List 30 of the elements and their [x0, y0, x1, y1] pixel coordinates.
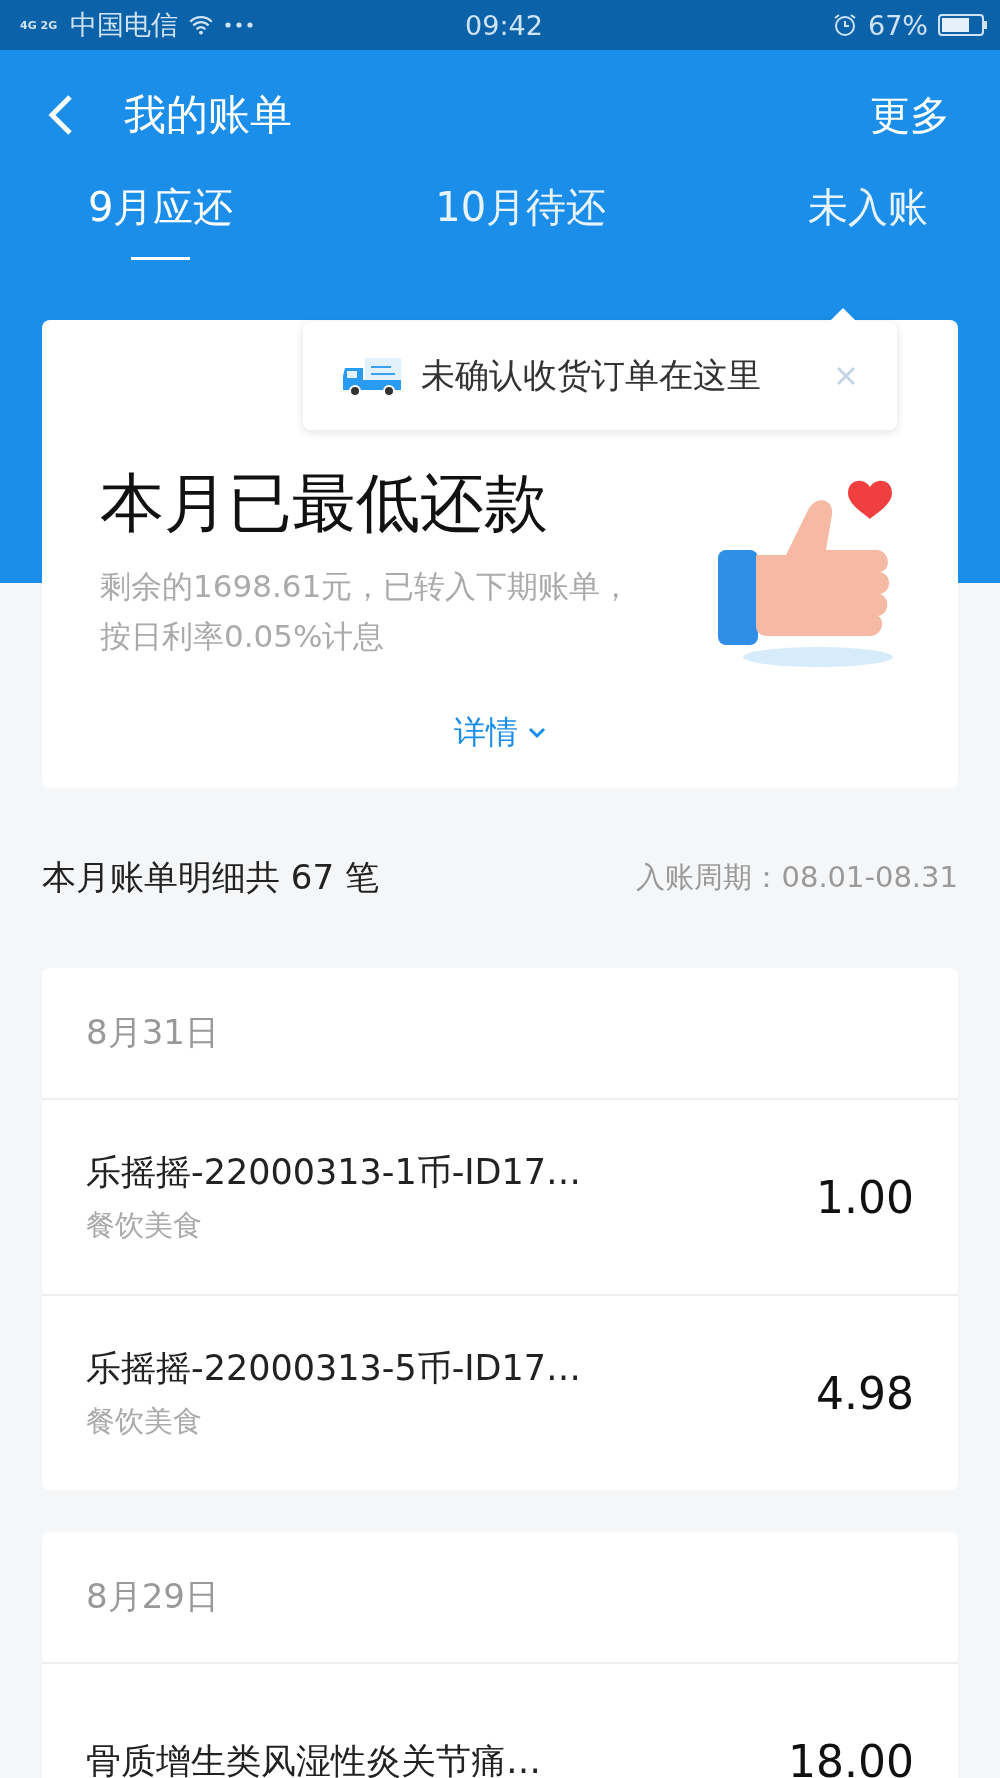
tab[interactable]: 10月待还	[435, 180, 607, 260]
tooltip-text: 未确认收货订单在这里	[421, 354, 762, 397]
transaction-name[interactable]: 乐摇摇-22000313-5币-ID17…	[86, 1344, 582, 1392]
clock-time: 09:42	[465, 9, 543, 41]
details-link[interactable]: 详情	[440, 711, 560, 755]
tab[interactable]: 未入账	[808, 180, 928, 260]
transaction-category: 餐饮美食	[86, 1206, 203, 1244]
status-heading: 本月已最低还款	[100, 465, 549, 542]
chevron-down-icon	[528, 727, 546, 739]
more-dots-icon	[224, 21, 254, 29]
transaction-amount: 1.00	[816, 1171, 914, 1223]
tab[interactable]: 9月应还	[88, 180, 234, 260]
wifi-icon	[188, 14, 214, 36]
transaction-category: 餐饮美食	[86, 1402, 203, 1440]
carrier-name: 中国电信	[70, 8, 178, 42]
transaction-amount: 18.00	[788, 1735, 914, 1778]
battery-percent: 67%	[868, 9, 928, 41]
page-title: 我的账单	[124, 89, 293, 141]
transaction-amount: 4.98	[816, 1367, 914, 1419]
alarm-icon	[832, 12, 858, 38]
more-link[interactable]: 更多	[870, 87, 950, 143]
transaction-name[interactable]: 骨质增生类风湿性炎关节痛…	[86, 1737, 541, 1778]
date-heading: 8月29日	[42, 1532, 958, 1664]
transaction-name[interactable]: 乐摇摇-22000313-1币-ID17…	[86, 1148, 582, 1196]
billing-period: 入账周期：08.01-08.31	[636, 859, 958, 896]
network-indicator: 4G 2G	[20, 19, 59, 31]
bill-count: 本月账单明细共 67 笔	[42, 856, 379, 899]
date-heading: 8月31日	[42, 968, 958, 1100]
battery-icon	[938, 13, 988, 37]
status-description: 剩余的1698.61元，已转入下期账单，按日利率0.05%计息	[100, 567, 633, 656]
